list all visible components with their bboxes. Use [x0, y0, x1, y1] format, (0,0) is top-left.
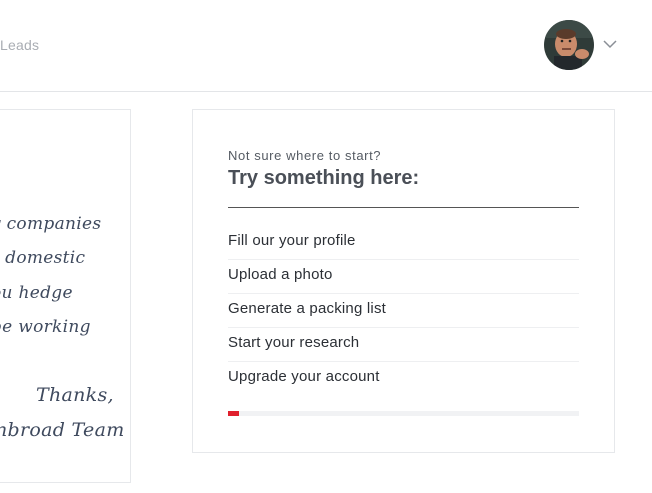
avatar-photo [544, 20, 594, 70]
letter-signoff: Thanks, [36, 384, 114, 406]
letter-line: be working [0, 317, 91, 337]
top-header: Leads [0, 0, 652, 92]
task-start-research[interactable]: Start your research [228, 328, 579, 362]
user-avatar[interactable] [544, 20, 594, 70]
letter-line: ou hedge [0, 283, 73, 303]
letter-signature: nbroad Team [0, 419, 125, 441]
progress-bar [228, 411, 579, 416]
letter-line: r domestic [0, 248, 86, 268]
card-title: Try something here: [228, 167, 420, 189]
task-packing-list[interactable]: Generate a packing list [228, 294, 579, 328]
title-divider [228, 207, 579, 208]
progress-fill [228, 411, 239, 416]
nav-link-leads[interactable]: Leads [0, 37, 39, 53]
task-upgrade-account[interactable]: Upgrade your account [228, 362, 579, 396]
welcome-letter-card: y companies r domestic ou hedge be worki… [0, 109, 131, 483]
onboarding-card: Not sure where to start? Try something h… [192, 109, 615, 453]
card-eyebrow: Not sure where to start? [228, 148, 382, 163]
chevron-down-icon[interactable] [602, 38, 618, 50]
task-fill-profile[interactable]: Fill our your profile [228, 226, 579, 260]
letter-line: y companies [0, 214, 102, 234]
task-upload-photo[interactable]: Upload a photo [228, 260, 579, 294]
